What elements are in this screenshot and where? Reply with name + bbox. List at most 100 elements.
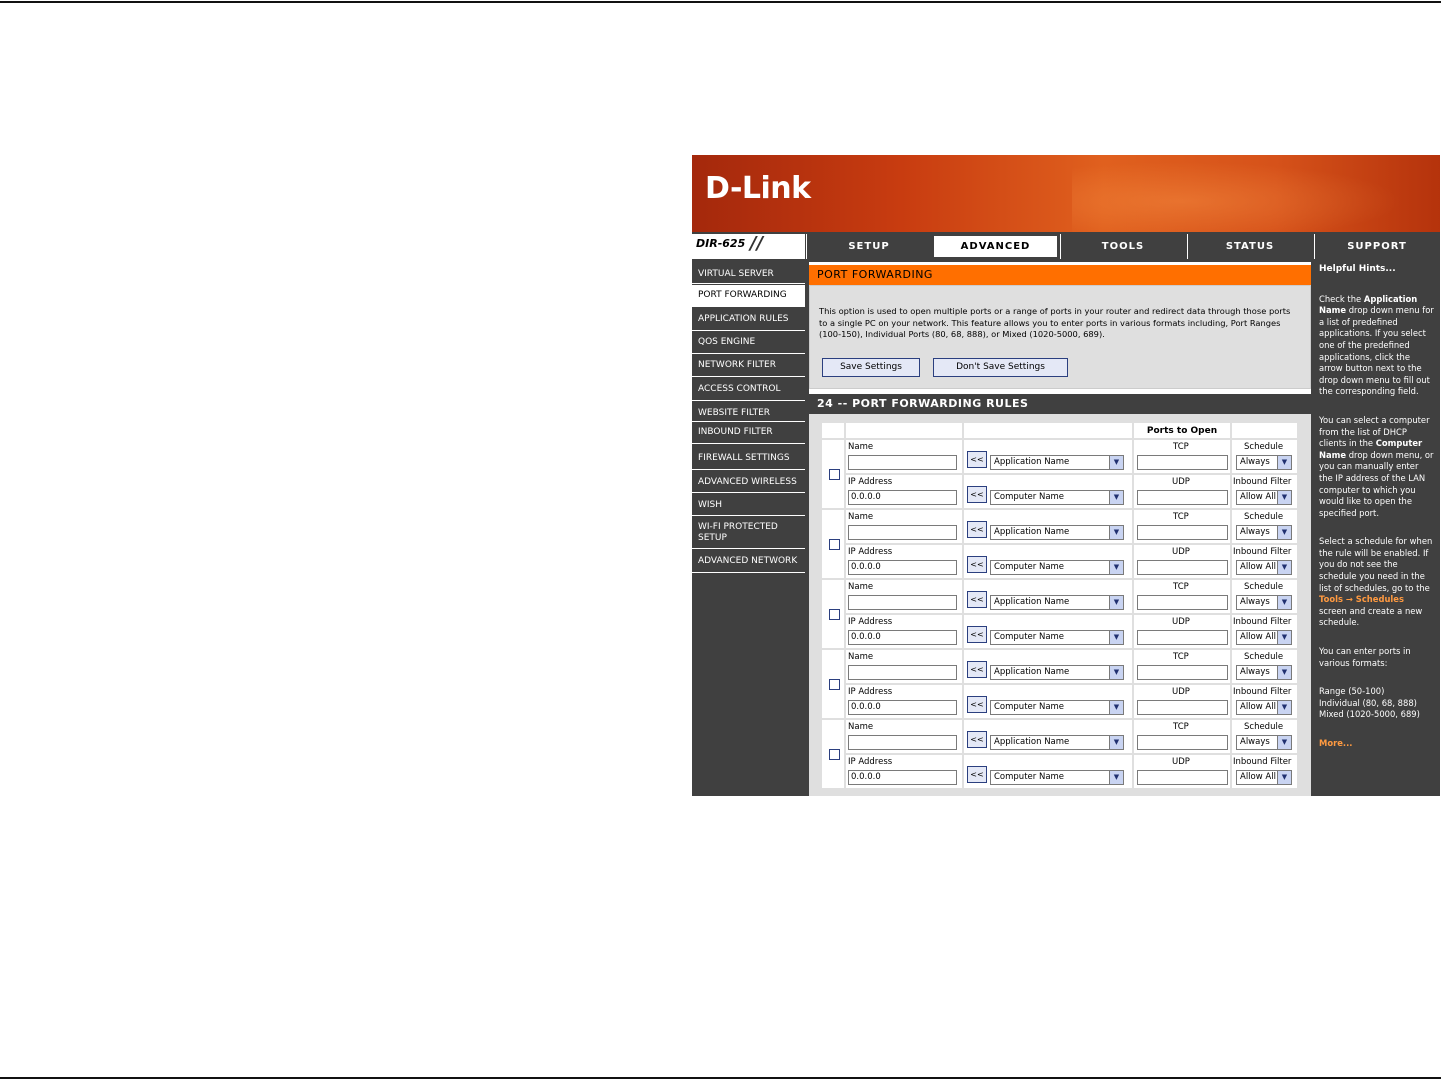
rule-enable-checkbox[interactable]	[829, 609, 840, 620]
schedule-select[interactable]: Always ▼	[1236, 455, 1292, 470]
rule-checkbox-cell	[821, 719, 845, 789]
fill-application-button[interactable]: <<	[967, 731, 987, 748]
chevron-down-icon: ▼	[1109, 631, 1123, 644]
tcp-label: TCP	[1173, 512, 1189, 522]
tools-schedules-link[interactable]: Tools → Schedules	[1319, 594, 1404, 604]
sidebar-item-advanced-wireless[interactable]: ADVANCED WIRELESS	[692, 471, 805, 493]
fill-computer-button[interactable]: <<	[967, 766, 987, 783]
rule-app-cell: << Application Name ▼	[963, 649, 1133, 684]
fill-computer-button[interactable]: <<	[967, 626, 987, 643]
inbound-filter-select[interactable]: Allow All ▼	[1236, 770, 1292, 785]
sidebar-item-website-filter[interactable]: WEBSITE FILTER	[692, 402, 805, 422]
rule-row: Name IP Address 0.0.0.0 << Application Name ▼…	[821, 509, 1298, 579]
inbound-filter-select[interactable]: Allow All ▼	[1236, 630, 1292, 645]
sidebar-item-qos-engine[interactable]: QOS ENGINE	[692, 332, 805, 354]
inbound-filter-select[interactable]: Allow All ▼	[1236, 560, 1292, 575]
rule-udp-input[interactable]	[1137, 630, 1228, 645]
rule-name-input[interactable]	[848, 455, 957, 470]
rule-enable-checkbox[interactable]	[829, 679, 840, 690]
rule-ip-input[interactable]: 0.0.0.0	[848, 630, 957, 645]
name-label: Name	[848, 582, 874, 592]
fill-computer-button[interactable]: <<	[967, 696, 987, 713]
sidebar-item-wish[interactable]: WISH	[692, 494, 805, 516]
page-bottom-rule	[0, 1077, 1441, 1079]
sidebar-item-firewall-settings[interactable]: FIREWALL SETTINGS	[692, 445, 805, 470]
rule-tcp-input[interactable]	[1137, 665, 1228, 680]
sidebar-item-virtual-server[interactable]: VIRTUAL SERVER	[692, 263, 805, 284]
rule-name-cell: Name	[845, 719, 963, 754]
rule-udp-input[interactable]	[1137, 560, 1228, 575]
computer-name-select[interactable]: Computer Name ▼	[990, 560, 1124, 575]
sidebar-item-wifi-protected-setup[interactable]: WI-FI PROTECTED SETUP	[692, 517, 805, 549]
sidebar-item-network-filter[interactable]: NETWORK FILTER	[692, 355, 805, 377]
rule-tcp-input[interactable]	[1137, 735, 1228, 750]
fill-computer-button[interactable]: <<	[967, 556, 987, 573]
rule-ip-input[interactable]: 0.0.0.0	[848, 560, 957, 575]
schedule-label: Schedule	[1244, 442, 1284, 452]
rule-tcp-input[interactable]	[1137, 455, 1228, 470]
computer-name-select[interactable]: Computer Name ▼	[990, 490, 1124, 505]
rule-app-cell: << Application Name ▼	[963, 439, 1133, 474]
rule-tcp-cell: TCP	[1133, 439, 1231, 474]
dont-save-settings-button[interactable]: Don't Save Settings	[933, 358, 1068, 377]
schedule-select[interactable]: Always ▼	[1236, 595, 1292, 610]
page-top-rule	[0, 1, 1441, 3]
tab-setup[interactable]: SETUP	[806, 234, 931, 259]
rule-ip-input[interactable]: 0.0.0.0	[848, 700, 957, 715]
sidebar-item-port-forwarding[interactable]: PORT FORWARDING	[692, 285, 805, 307]
tcp-label: TCP	[1173, 722, 1189, 732]
fill-application-button[interactable]: <<	[967, 591, 987, 608]
sidebar-item-advanced-network[interactable]: ADVANCED NETWORK	[692, 550, 805, 573]
application-name-select[interactable]: Application Name ▼	[990, 455, 1124, 470]
computer-name-select[interactable]: Computer Name ▼	[990, 770, 1124, 785]
inbound-filter-select[interactable]: Allow All ▼	[1236, 490, 1292, 505]
udp-label: UDP	[1172, 757, 1190, 767]
tab-advanced[interactable]: ADVANCED	[933, 235, 1058, 258]
port-forwarding-description: This option is used to open multiple por…	[819, 306, 1291, 339]
sidebar-item-access-control[interactable]: ACCESS CONTROL	[692, 378, 805, 401]
rule-udp-input[interactable]	[1137, 770, 1228, 785]
dlink-logo: D-Link	[705, 171, 811, 206]
rule-ip-input[interactable]: 0.0.0.0	[848, 490, 957, 505]
tab-support[interactable]: SUPPORT	[1314, 234, 1439, 259]
computer-name-select[interactable]: Computer Name ▼	[990, 700, 1124, 715]
chevron-down-icon: ▼	[1277, 491, 1291, 504]
chevron-down-icon: ▼	[1109, 701, 1123, 714]
rule-enable-checkbox[interactable]	[829, 539, 840, 550]
sidebar-item-application-rules[interactable]: APPLICATION RULES	[692, 308, 805, 331]
schedule-select[interactable]: Always ▼	[1236, 525, 1292, 540]
rule-enable-checkbox[interactable]	[829, 469, 840, 480]
rule-name-input[interactable]	[848, 735, 957, 750]
tab-tools[interactable]: TOOLS	[1060, 234, 1185, 259]
rule-enable-checkbox[interactable]	[829, 749, 840, 760]
application-name-select[interactable]: Application Name ▼	[990, 595, 1124, 610]
rule-computer-cell: << Computer Name ▼	[963, 544, 1133, 579]
application-name-select[interactable]: Application Name ▼	[990, 525, 1124, 540]
fill-application-button[interactable]: <<	[967, 451, 987, 468]
fill-application-button[interactable]: <<	[967, 661, 987, 678]
rule-udp-input[interactable]	[1137, 490, 1228, 505]
rule-udp-input[interactable]	[1137, 700, 1228, 715]
rule-tcp-input[interactable]	[1137, 595, 1228, 610]
rule-name-input[interactable]	[848, 665, 957, 680]
rule-row: Name IP Address 0.0.0.0 << Application Name ▼…	[821, 439, 1298, 509]
fill-application-button[interactable]: <<	[967, 521, 987, 538]
save-settings-button[interactable]: Save Settings	[822, 358, 920, 377]
hint-port-formats: You can enter ports in various formats:	[1319, 646, 1411, 668]
more-hints-link[interactable]: More...	[1319, 738, 1352, 748]
sidebar-item-inbound-filter[interactable]: INBOUND FILTER	[692, 423, 805, 444]
fill-computer-button[interactable]: <<	[967, 486, 987, 503]
rule-ip-input[interactable]: 0.0.0.0	[848, 770, 957, 785]
tab-status[interactable]: STATUS	[1187, 234, 1312, 259]
rule-tcp-input[interactable]	[1137, 525, 1228, 540]
rule-name-input[interactable]	[848, 595, 957, 610]
schedule-select[interactable]: Always ▼	[1236, 735, 1292, 750]
computer-name-select[interactable]: Computer Name ▼	[990, 630, 1124, 645]
inbound-filter-select[interactable]: Allow All ▼	[1236, 700, 1292, 715]
application-name-select[interactable]: Application Name ▼	[990, 735, 1124, 750]
chevron-down-icon: ▼	[1109, 526, 1123, 539]
application-name-select[interactable]: Application Name ▼	[990, 665, 1124, 680]
rule-name-input[interactable]	[848, 525, 957, 540]
schedule-select[interactable]: Always ▼	[1236, 665, 1292, 680]
rule-inbound-cell: Inbound Filter Allow All ▼	[1231, 474, 1298, 509]
